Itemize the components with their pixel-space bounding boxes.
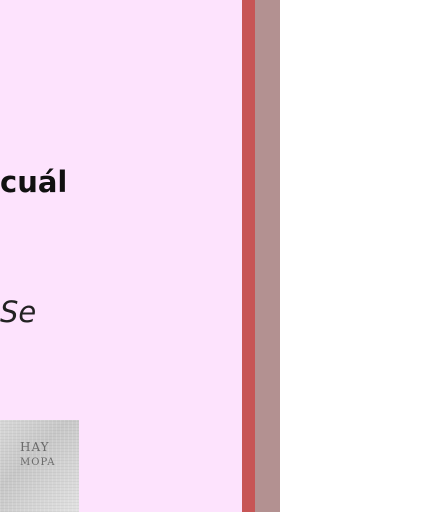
side-bar	[255, 0, 280, 512]
panel-border	[242, 0, 255, 512]
thumbnail-text-line-2: MOPA	[20, 457, 56, 468]
blank-area	[280, 0, 433, 512]
newspaper-thumbnail-image[interactable]: HAY MOPA	[0, 420, 79, 512]
italic-text: Se	[0, 295, 37, 329]
page: cuál Se HAY MOPA	[0, 0, 433, 512]
heading-text: cuál	[0, 165, 68, 199]
content-panel: cuál Se HAY MOPA	[0, 0, 242, 512]
thumbnail-text-line-1: HAY	[20, 440, 50, 454]
